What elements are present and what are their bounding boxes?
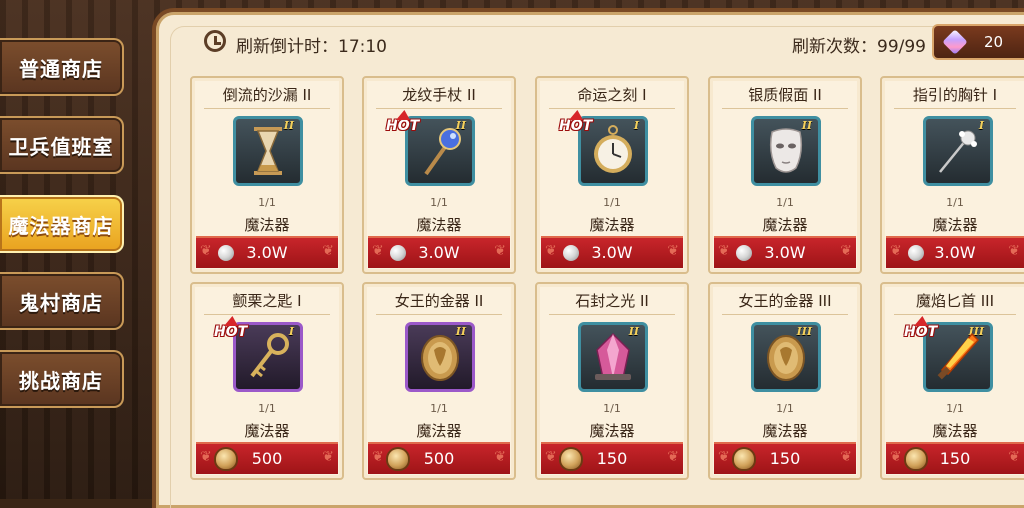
- buy-button[interactable]: 150: [886, 442, 1024, 474]
- item-name: 颤栗之匙 I: [192, 290, 342, 315]
- item-type: 魔法器: [762, 422, 808, 440]
- item-name: 银质假面 II: [710, 84, 860, 109]
- item-stock: 1/1: [603, 402, 621, 415]
- refresh-count: 刷新次数：99/99: [792, 37, 926, 57]
- item-stock: 1/1: [258, 402, 276, 415]
- item-stock: 1/1: [430, 196, 448, 209]
- item-type: 魔法器: [762, 216, 808, 234]
- silver-mask-icon: [769, 128, 803, 173]
- crystal-icon: [595, 332, 631, 380]
- buy-button[interactable]: 150: [714, 442, 856, 474]
- shop-item-card[interactable]: 女王的金器 II II 1/1 魔法器 500: [362, 282, 516, 480]
- shop-nav: 普通商店 卫兵值班室 魔法器商店 鬼村商店 挑战商店: [0, 0, 140, 499]
- item-price: 3.0W: [764, 243, 806, 262]
- nav-label: 鬼村商店: [19, 290, 103, 315]
- buy-button[interactable]: 3.0W: [368, 236, 510, 268]
- item-name: 魔焰匕首 III: [882, 290, 1024, 315]
- item-price: 150: [769, 449, 801, 468]
- item-type: 魔法器: [244, 216, 290, 234]
- item-price: 150: [596, 449, 628, 468]
- hot-badge: HOT: [904, 324, 944, 342]
- item-type: 魔法器: [932, 422, 978, 440]
- shop-item-card[interactable]: 女王的金器 III III 1/1 魔法器 150: [708, 282, 862, 480]
- item-slot: II: [578, 322, 648, 392]
- buy-button[interactable]: 3.0W: [541, 236, 683, 268]
- item-price: 3.0W: [246, 243, 288, 262]
- nav-label: 卫兵值班室: [8, 134, 114, 159]
- shop-item-card[interactable]: 命运之刻 I HOT I 1/1 魔法器 3.0W: [535, 76, 689, 274]
- item-price: 3.0W: [934, 243, 976, 262]
- item-type: 魔法器: [932, 216, 978, 234]
- item-name: 女王的金器 II: [364, 290, 514, 315]
- buy-button[interactable]: 500: [196, 442, 338, 474]
- item-stock: 1/1: [603, 196, 621, 209]
- item-name: 女王的金器 III: [710, 290, 860, 315]
- item-slot: II: [405, 322, 475, 392]
- item-type: 魔法器: [589, 422, 635, 440]
- item-name: 指引的胸针 I: [882, 84, 1024, 109]
- item-name: 命运之刻 I: [537, 84, 687, 109]
- gem-icon: [942, 29, 968, 55]
- brooch-icon: [939, 130, 977, 173]
- item-type: 魔法器: [416, 216, 462, 234]
- item-price: 150: [939, 449, 971, 468]
- nav-label: 挑战商店: [19, 368, 103, 393]
- gold-medallion-icon: [767, 335, 805, 381]
- item-name: 龙纹手杖 II: [364, 84, 514, 109]
- item-price: 3.0W: [418, 243, 460, 262]
- item-slot: I: [923, 116, 993, 186]
- gold-medallion-icon: [421, 335, 459, 381]
- clock-icon: [204, 30, 226, 52]
- item-type: 魔法器: [589, 216, 635, 234]
- hot-badge: HOT: [559, 118, 599, 136]
- item-stock: 1/1: [776, 402, 794, 415]
- item-stock: 1/1: [946, 196, 964, 209]
- nav-challenge-shop[interactable]: 挑战商店: [0, 350, 124, 408]
- refresh-countdown: 刷新倒计时：17:10: [236, 37, 387, 57]
- shop-item-card[interactable]: 魔焰匕首 III HOT III 1/1 魔法器 150: [880, 282, 1024, 480]
- gem-balance[interactable]: 20: [932, 24, 1024, 60]
- nav-label: 普通商店: [19, 56, 103, 81]
- buy-button[interactable]: 150: [541, 442, 683, 474]
- buy-button[interactable]: 3.0W: [196, 236, 338, 268]
- buy-button[interactable]: 500: [368, 442, 510, 474]
- shop-item-card[interactable]: 银质假面 II II 1/1 魔法器 3.0W: [708, 76, 862, 274]
- hourglass-icon: [254, 127, 282, 175]
- item-stock: 1/1: [430, 402, 448, 415]
- buy-button[interactable]: 3.0W: [714, 236, 856, 268]
- item-slot: III: [751, 322, 821, 392]
- nav-general-shop[interactable]: 普通商店: [0, 38, 124, 96]
- item-price: 500: [251, 449, 283, 468]
- item-slot: II: [751, 116, 821, 186]
- item-type: 魔法器: [244, 422, 290, 440]
- item-slot: II: [233, 116, 303, 186]
- hot-badge: HOT: [214, 324, 254, 342]
- shop-item-card[interactable]: 龙纹手杖 II HOT II 1/1 魔法器 3.0W: [362, 76, 516, 274]
- nav-ghost-village-shop[interactable]: 鬼村商店: [0, 272, 124, 330]
- item-stock: 1/1: [946, 402, 964, 415]
- item-name: 石封之光 II: [537, 290, 687, 315]
- item-price: 500: [423, 449, 455, 468]
- hot-badge: HOT: [386, 118, 426, 136]
- nav-magic-item-shop[interactable]: 魔法器商店: [0, 195, 124, 253]
- buy-button[interactable]: 3.0W: [886, 236, 1024, 268]
- shop-header: 刷新倒计时：17:10 刷新次数：99/99 20: [196, 24, 1024, 64]
- item-stock: 1/1: [776, 196, 794, 209]
- gem-count: 20: [984, 33, 1004, 51]
- item-name: 倒流的沙漏 II: [192, 84, 342, 109]
- shop-item-card[interactable]: 石封之光 II II 1/1 魔法器 150: [535, 282, 689, 480]
- nav-guard-room[interactable]: 卫兵值班室: [0, 116, 124, 174]
- shop-item-card[interactable]: 指引的胸针 I I 1/1 魔法器 3.0W: [880, 76, 1024, 274]
- shop-item-card[interactable]: 颤栗之匙 I HOT I 1/1 魔法器 500: [190, 282, 344, 480]
- item-type: 魔法器: [416, 422, 462, 440]
- item-stock: 1/1: [258, 196, 276, 209]
- item-price: 3.0W: [591, 243, 633, 262]
- nav-label: 魔法器商店: [8, 213, 114, 238]
- shop-item-card[interactable]: 倒流的沙漏 II II 1/1 魔法器 3.0W: [190, 76, 344, 274]
